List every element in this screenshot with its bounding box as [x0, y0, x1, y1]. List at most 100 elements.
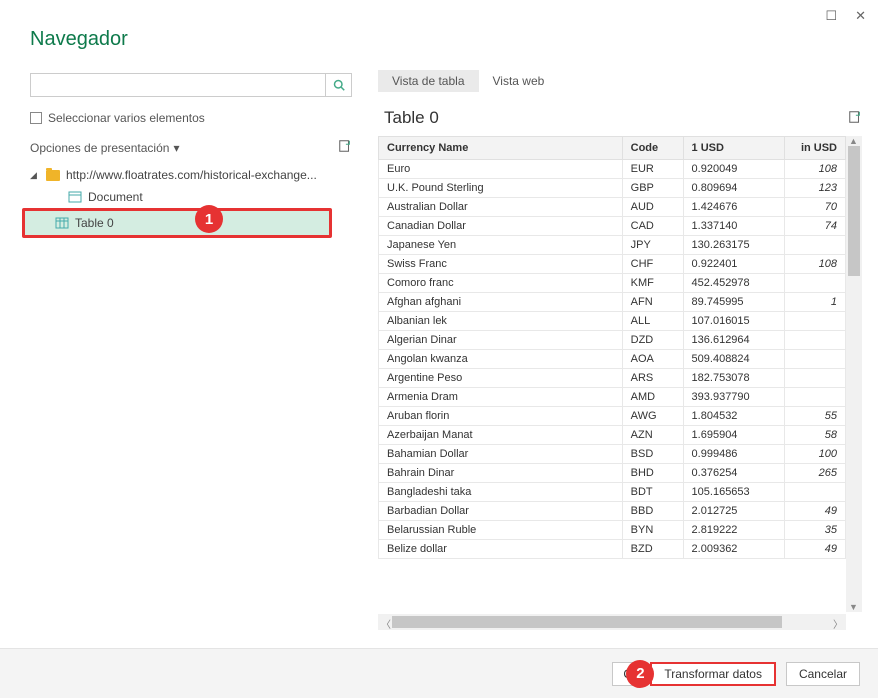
cell-code: AFN — [622, 293, 683, 312]
tab-web-view[interactable]: Vista web — [479, 70, 559, 92]
table-row[interactable]: Argentine PesoARS182.753078 — [379, 369, 846, 388]
cell-usd: 0.920049 — [683, 160, 785, 179]
table-row[interactable]: Barbadian DollarBBD2.01272549 — [379, 502, 846, 521]
cell-inusd: 108 — [785, 160, 846, 179]
table-row[interactable]: Japanese YenJPY130.263175 — [379, 236, 846, 255]
cell-name: Japanese Yen — [379, 236, 623, 255]
cell-inusd — [785, 274, 846, 293]
cell-usd: 1.695904 — [683, 426, 785, 445]
table-row[interactable]: Canadian DollarCAD1.33714074 — [379, 217, 846, 236]
cell-code: JPY — [622, 236, 683, 255]
cell-name: Angolan kwanza — [379, 350, 623, 369]
multi-select-checkbox[interactable] — [30, 112, 42, 124]
cell-usd: 1.804532 — [683, 407, 785, 426]
table-row[interactable]: Belarussian RubleBYN2.81922235 — [379, 521, 846, 540]
refresh-table-icon[interactable] — [848, 110, 862, 127]
chevron-down-icon: ▾ — [173, 141, 179, 155]
cancel-button[interactable]: Cancelar — [786, 662, 860, 686]
refresh-icon[interactable] — [338, 139, 352, 156]
cell-usd: 89.745995 — [683, 293, 785, 312]
cell-code: CHF — [622, 255, 683, 274]
page-title: Navegador — [30, 28, 352, 51]
cell-inusd: 35 — [785, 521, 846, 540]
table-row[interactable]: Bangladeshi takaBDT105.165653 — [379, 483, 846, 502]
cell-name: Azerbaijan Manat — [379, 426, 623, 445]
cell-inusd: 123 — [785, 179, 846, 198]
cell-inusd — [785, 350, 846, 369]
table-row[interactable]: Comoro francKMF452.452978 — [379, 274, 846, 293]
cell-name: Australian Dollar — [379, 198, 623, 217]
table-row[interactable]: Bahamian DollarBSD0.999486100 — [379, 445, 846, 464]
maximize-button[interactable]: ☐ — [825, 8, 837, 24]
cell-name: Albanian lek — [379, 312, 623, 331]
table-row[interactable]: Azerbaijan ManatAZN1.69590458 — [379, 426, 846, 445]
scroll-thumb[interactable] — [848, 146, 860, 276]
scroll-right-icon[interactable]: 〉 — [833, 616, 843, 631]
tree-item-table0[interactable]: Table 0 — [22, 208, 332, 238]
tree-item-document[interactable]: Document — [30, 186, 352, 208]
table-row[interactable]: Aruban florinAWG1.80453255 — [379, 407, 846, 426]
collapse-icon[interactable]: ◢ — [30, 170, 40, 181]
cell-inusd — [785, 483, 846, 502]
cell-code: BYN — [622, 521, 683, 540]
cell-usd: 452.452978 — [683, 274, 785, 293]
cell-name: Aruban florin — [379, 407, 623, 426]
column-inusd[interactable]: in USD — [785, 137, 846, 160]
scroll-thumb-h[interactable] — [392, 616, 782, 628]
tree-root-label: http://www.floatrates.com/historical-exc… — [66, 168, 317, 182]
transform-data-button[interactable]: Transformar datos — [650, 662, 776, 686]
cell-name: Swiss Franc — [379, 255, 623, 274]
table-row[interactable]: Algerian DinarDZD136.612964 — [379, 331, 846, 350]
cell-name: Euro — [379, 160, 623, 179]
folder-icon — [46, 170, 60, 181]
table-row[interactable]: Albanian lekALL107.016015 — [379, 312, 846, 331]
multi-select-row[interactable]: Seleccionar varios elementos — [30, 111, 352, 125]
cell-usd: 105.165653 — [683, 483, 785, 502]
search-button[interactable] — [326, 73, 352, 97]
cell-name: Armenia Dram — [379, 388, 623, 407]
table-row[interactable]: EuroEUR0.920049108 — [379, 160, 846, 179]
cell-code: AMD — [622, 388, 683, 407]
table-row[interactable]: Bahrain DinarBHD0.376254265 — [379, 464, 846, 483]
view-tabs: Vista de tabla Vista web — [378, 70, 862, 92]
table-row[interactable]: U.K. Pound SterlingGBP0.809694123 — [379, 179, 846, 198]
column-1usd[interactable]: 1 USD — [683, 137, 785, 160]
cell-inusd: 1 — [785, 293, 846, 312]
table-row[interactable]: Swiss FrancCHF0.922401108 — [379, 255, 846, 274]
cell-code: EUR — [622, 160, 683, 179]
cell-code: BSD — [622, 445, 683, 464]
tab-table-view[interactable]: Vista de tabla — [378, 70, 479, 92]
search-icon — [333, 79, 345, 91]
search-input[interactable] — [30, 73, 326, 97]
horizontal-scrollbar[interactable]: 〈 〉 — [378, 614, 846, 630]
cell-usd: 0.376254 — [683, 464, 785, 483]
cell-code: KMF — [622, 274, 683, 293]
data-table: Currency Name Code 1 USD in USD EuroEUR0… — [378, 136, 846, 559]
display-options[interactable]: Opciones de presentación ▾ — [30, 141, 179, 155]
cell-usd: 182.753078 — [683, 369, 785, 388]
cell-usd: 130.263175 — [683, 236, 785, 255]
vertical-scrollbar[interactable]: ▲ ▼ — [846, 136, 862, 612]
dialog-footer: Cargar 2 Transformar datos Cancelar — [0, 648, 878, 698]
table-row[interactable]: Belize dollarBZD2.00936249 — [379, 540, 846, 559]
scroll-down-icon[interactable]: ▼ — [849, 602, 858, 612]
scroll-up-icon[interactable]: ▲ — [849, 136, 858, 146]
preview-pane: Vista de tabla Vista web Table 0 Currenc… — [370, 10, 878, 630]
column-currency-name[interactable]: Currency Name — [379, 137, 623, 160]
table-row[interactable]: Afghan afghaniAFN89.7459951 — [379, 293, 846, 312]
close-button[interactable]: ✕ — [855, 8, 866, 24]
cell-name: Bahamian Dollar — [379, 445, 623, 464]
table-row[interactable]: Armenia DramAMD393.937790 — [379, 388, 846, 407]
table-row[interactable]: Angolan kwanzaAOA509.408824 — [379, 350, 846, 369]
scroll-left-icon[interactable]: 〈 — [381, 616, 391, 631]
cell-inusd — [785, 388, 846, 407]
tree-root[interactable]: ◢ http://www.floatrates.com/historical-e… — [30, 164, 352, 186]
cell-usd: 107.016015 — [683, 312, 785, 331]
cell-usd: 0.809694 — [683, 179, 785, 198]
table-row[interactable]: Australian DollarAUD1.42467670 — [379, 198, 846, 217]
cell-code: ARS — [622, 369, 683, 388]
cell-name: Belize dollar — [379, 540, 623, 559]
cell-usd: 393.937790 — [683, 388, 785, 407]
cell-usd: 2.012725 — [683, 502, 785, 521]
column-code[interactable]: Code — [622, 137, 683, 160]
